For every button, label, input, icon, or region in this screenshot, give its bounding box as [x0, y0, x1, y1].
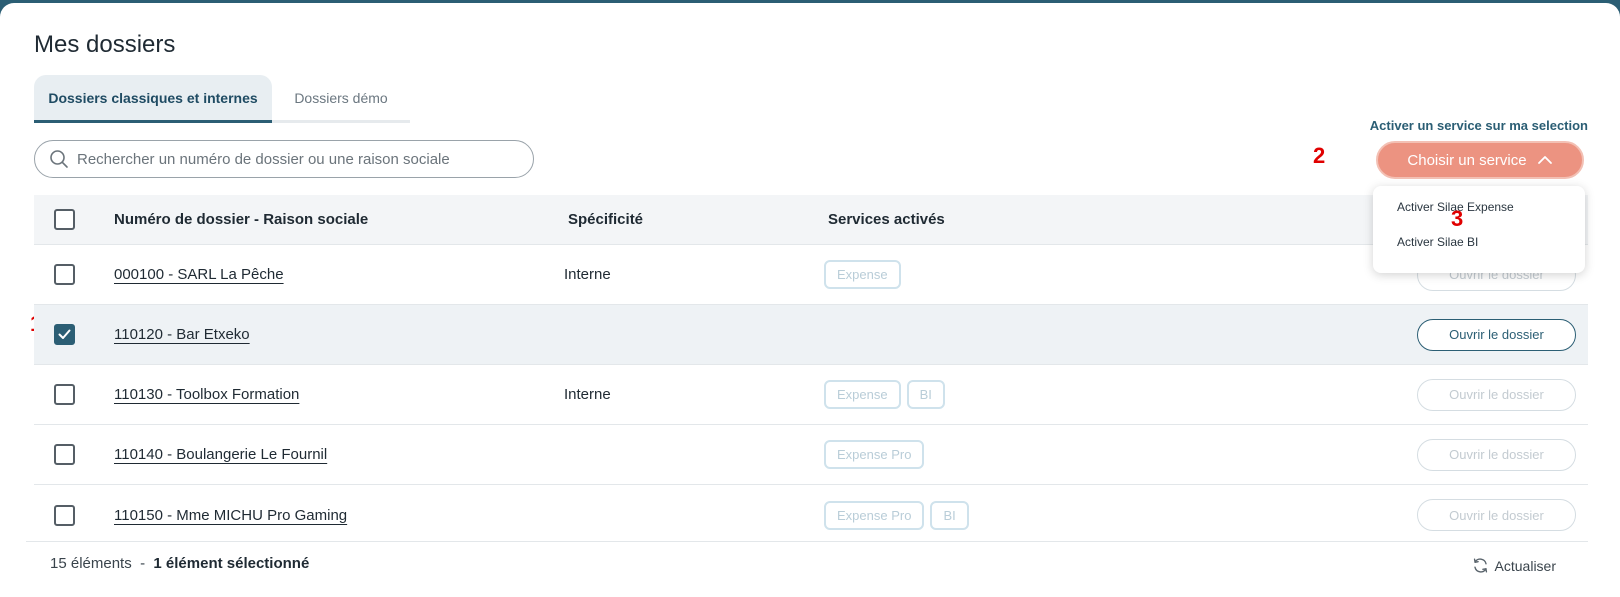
refresh-label: Actualiser — [1494, 557, 1556, 574]
menu-item-activer-bi[interactable]: Activer Silae BI — [1397, 235, 1478, 249]
specificite-value: Interne — [564, 266, 611, 283]
chevron-up-icon — [1537, 156, 1552, 164]
dossier-link[interactable]: 110140 - Boulangerie Le Fournil — [114, 446, 327, 463]
services-badges: Expense BI — [824, 380, 945, 409]
selection-summary: 15 éléments - 1 élément sélectionné — [50, 555, 309, 572]
annotation-2: 2 — [1313, 143, 1326, 168]
specificite-value: Interne — [564, 386, 611, 403]
row-checkbox[interactable] — [54, 324, 75, 345]
open-dossier-button[interactable]: Ouvrir le dossier — [1417, 378, 1576, 411]
service-dropdown-menu: Activer Silae Expense 3 Activer Silae BI — [1373, 186, 1585, 273]
open-dossier-button[interactable]: Ouvrir le dossier — [1417, 318, 1576, 351]
dossier-link[interactable]: 110150 - Mme MICHU Pro Gaming — [114, 507, 347, 524]
open-dossier-button[interactable]: Ouvrir le dossier — [1417, 438, 1576, 471]
refresh-button[interactable]: Actualiser — [1472, 557, 1556, 574]
dossiers-table: Numéro de dossier - Raison sociale Spéci… — [34, 195, 1588, 545]
tab-dossiers-classiques[interactable]: Dossiers classiques et internes — [34, 75, 272, 123]
service-caption: Activer un service sur ma selection — [1369, 118, 1588, 133]
table-header: Numéro de dossier - Raison sociale Spéci… — [34, 195, 1588, 245]
table-row: 110150 - Mme MICHU Pro Gaming Expense Pr… — [34, 485, 1588, 545]
row-checkbox[interactable] — [54, 384, 75, 405]
column-header-services: Services activés — [828, 211, 945, 228]
search-input[interactable] — [77, 150, 517, 168]
search-icon — [50, 150, 68, 168]
element-count: 15 éléments — [50, 555, 132, 572]
refresh-icon — [1473, 558, 1487, 573]
checkmark-icon — [58, 329, 71, 339]
row-checkbox[interactable] — [54, 444, 75, 465]
row-checkbox[interactable] — [54, 264, 75, 285]
column-header-dossier: Numéro de dossier - Raison sociale — [114, 211, 369, 228]
selected-count: 1 élément sélectionné — [153, 555, 310, 572]
services-badges: Expense Pro — [824, 440, 925, 469]
service-badge: Expense — [824, 380, 901, 409]
table-footer: 15 éléments - 1 élément sélectionné Actu… — [26, 541, 1588, 597]
service-badge: BI — [906, 380, 945, 409]
tab-bar: Dossiers classiques et internes Dossiers… — [34, 75, 410, 123]
count-separator: - — [140, 555, 146, 572]
table-row: 110130 - Toolbox Formation Interne Expen… — [34, 365, 1588, 425]
table-row: 110120 - Bar Etxeko Ouvrir le dossier — [34, 305, 1588, 365]
services-badges: Expense — [824, 260, 901, 289]
dossier-link[interactable]: 110120 - Bar Etxeko — [114, 326, 250, 343]
select-all-checkbox[interactable] — [54, 209, 75, 230]
annotation-3: 3 — [1451, 206, 1464, 231]
choose-service-label: Choisir un service — [1407, 151, 1527, 169]
open-dossier-button[interactable]: Ouvrir le dossier — [1417, 499, 1576, 531]
service-badge: BI — [930, 500, 969, 530]
service-badge: Expense Pro — [824, 500, 925, 530]
column-header-specificite: Spécificité — [568, 211, 644, 228]
dossier-link[interactable]: 110130 - Toolbox Formation — [114, 386, 299, 403]
service-badge: Expense — [824, 260, 901, 289]
row-checkbox[interactable] — [54, 504, 75, 526]
services-badges: Expense Pro BI — [824, 500, 969, 530]
page-title: Mes dossiers — [34, 31, 176, 58]
main-card: Mes dossiers Dossiers classiques et inte… — [0, 3, 1620, 597]
dossier-link[interactable]: 000100 - SARL La Pêche — [114, 266, 284, 283]
table-row: 000100 - SARL La Pêche Interne Expense O… — [34, 245, 1588, 305]
search-box — [34, 140, 534, 178]
tab-dossiers-demo[interactable]: Dossiers démo — [272, 75, 410, 123]
choose-service-button[interactable]: Choisir un service — [1376, 141, 1584, 179]
table-row: 110140 - Boulangerie Le Fournil Expense … — [34, 425, 1588, 485]
service-badge: Expense Pro — [824, 440, 925, 469]
